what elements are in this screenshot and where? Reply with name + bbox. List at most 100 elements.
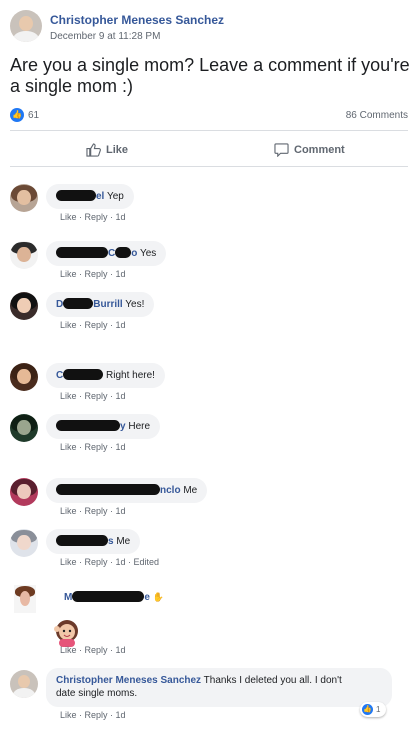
commenter-name[interactable]: Christopher Meneses Sanchez [56,675,201,686]
comment-bubble: Co Yes [46,241,167,266]
comment-age[interactable]: 1d [116,710,126,720]
waving-girl-sticker-icon [54,620,78,647]
post-text: Are you a single mom? Leave a comment if… [10,55,410,96]
comment: Me ✋ Like · Reply · 1d [10,585,410,659]
comment-like-link[interactable]: Like [60,391,77,401]
commenter-avatar[interactable] [10,414,38,442]
comment-like-link[interactable]: Like [60,557,77,567]
comment-bubble: el Yep [46,184,134,209]
action-bar: Like Comment [10,136,408,164]
comment-meta: Like · Reply · 1d [60,645,126,655]
comment-reply-link[interactable]: Reply [85,645,108,655]
comment-text: Here [128,421,151,432]
comment-age[interactable]: 1d [116,269,126,279]
comment: D Burrill Yes! Like · Reply · 1d [10,292,410,334]
comment-text: Right here! [106,370,155,381]
like-count[interactable]: 61 [28,110,39,121]
author-avatar[interactable] [10,10,42,42]
redaction-mark [56,535,108,546]
comment-meta: Like · Reply · 1d [60,269,126,279]
comment-reply-link[interactable]: Reply [85,320,108,330]
commenter-name[interactable]: el [56,190,104,202]
comment: nclo Me Like · Reply · 1d [10,478,410,520]
commenter-name[interactable]: y [56,420,126,432]
comment-meta: Like · Reply · 1d [60,506,126,516]
divider [10,130,408,131]
comment-reply-link[interactable]: Reply [85,391,108,401]
comment-meta: Like · Reply · 1d [60,710,126,720]
comment-meta: Like · Reply · 1d [60,442,126,452]
comment: s Me Like · Reply · 1d · Edited [10,529,410,571]
comment-text: Yes! [125,299,145,310]
comment-text: Me [116,536,131,547]
like-button[interactable]: Like [86,136,128,164]
comment-like-link[interactable]: Like [60,506,77,516]
commenter-name[interactable]: Me [64,591,150,603]
comment-age[interactable]: 1d [116,442,126,452]
redaction-mark [63,298,94,309]
like-reaction-icon[interactable]: 👍 [10,108,24,122]
commenter-name[interactable]: C [56,369,104,381]
comment-reply-link[interactable]: Reply [85,710,108,720]
post-header: Christopher Meneses Sanchez December 9 a… [10,10,410,46]
commenter-avatar[interactable] [10,529,38,557]
author-avatar[interactable] [10,670,38,698]
commenter-name[interactable]: nclo [56,484,181,496]
comment-text: Yes [139,248,157,259]
comment-age[interactable]: 1d [116,212,126,222]
redaction-mark [72,591,145,602]
comment: Co Yes Like · Reply · 1d [10,241,410,283]
comment-like-link[interactable]: Like [60,212,77,222]
redaction-mark [63,369,104,380]
comment-reply-link[interactable]: Reply [85,557,108,567]
commenter-avatar[interactable] [10,292,38,320]
comment-edited-label[interactable]: Edited [134,557,160,567]
comment-bubble: Christopher Meneses Sanchez Thanks I del… [46,668,392,707]
comment-like-link[interactable]: Like [60,269,77,279]
comment-text: Me [183,485,198,496]
commenter-avatar[interactable] [14,585,36,613]
comment-like-link[interactable]: Like [60,442,77,452]
comment-age[interactable]: 1d [116,320,126,330]
comment-meta: Like · Reply · 1d [60,320,126,330]
comment-reply-link[interactable]: Reply [85,212,108,222]
comment-like-link[interactable]: Like [60,320,77,330]
wave-emoji-icon: ✋ [152,592,164,602]
comment-reply-link[interactable]: Reply [85,506,108,516]
comment-bubble: Me ✋ [46,585,174,610]
thumbs-up-icon [86,143,101,157]
comment-button[interactable]: Comment [274,136,345,164]
comment-bubble: C Right here! [46,363,165,388]
commenter-name[interactable]: s [56,535,114,547]
comment: el Yep Like · Reply · 1d [10,184,410,226]
comment: C Right here! Like · Reply · 1d [10,363,410,405]
comment-meta: Like · Reply · 1d · Edited [60,557,160,567]
comment-reply-link[interactable]: Reply [85,442,108,452]
commenter-avatar[interactable] [10,363,38,391]
comment-text: Thanks I deleted you all. I don't [203,675,342,686]
comment-bubble: D Burrill Yes! [46,292,155,317]
redaction-mark [56,484,160,495]
redaction-mark [56,247,108,258]
author-name[interactable]: Christopher Meneses Sanchez [50,13,224,27]
commenter-avatar[interactable] [10,478,38,506]
comment-age[interactable]: 1d [116,506,126,516]
comment-age[interactable]: 1d [116,645,126,655]
redaction-mark [115,247,132,258]
comment-like-link[interactable]: Like [60,710,77,720]
comment-age[interactable]: 1d [116,557,126,567]
commenter-avatar[interactable] [10,241,38,269]
commenter-name[interactable]: D Burrill [56,298,123,310]
post-timestamp[interactable]: December 9 at 11:28 PM [50,31,160,42]
commenter-name[interactable]: Co [56,247,137,259]
comment-age[interactable]: 1d [116,391,126,401]
comment-like-link[interactable]: Like [60,645,77,655]
commenter-avatar[interactable] [10,184,38,212]
comment-count[interactable]: 86 Comments [346,110,408,121]
comment: y Here Like · Reply · 1d [10,414,410,456]
comment-reaction-count: 1 [376,705,381,714]
like-button-label: Like [106,144,129,156]
comment-text: Yep [106,191,124,202]
comment-reaction-badge[interactable]: 👍 1 [360,702,386,717]
comment-reply-link[interactable]: Reply [85,269,108,279]
